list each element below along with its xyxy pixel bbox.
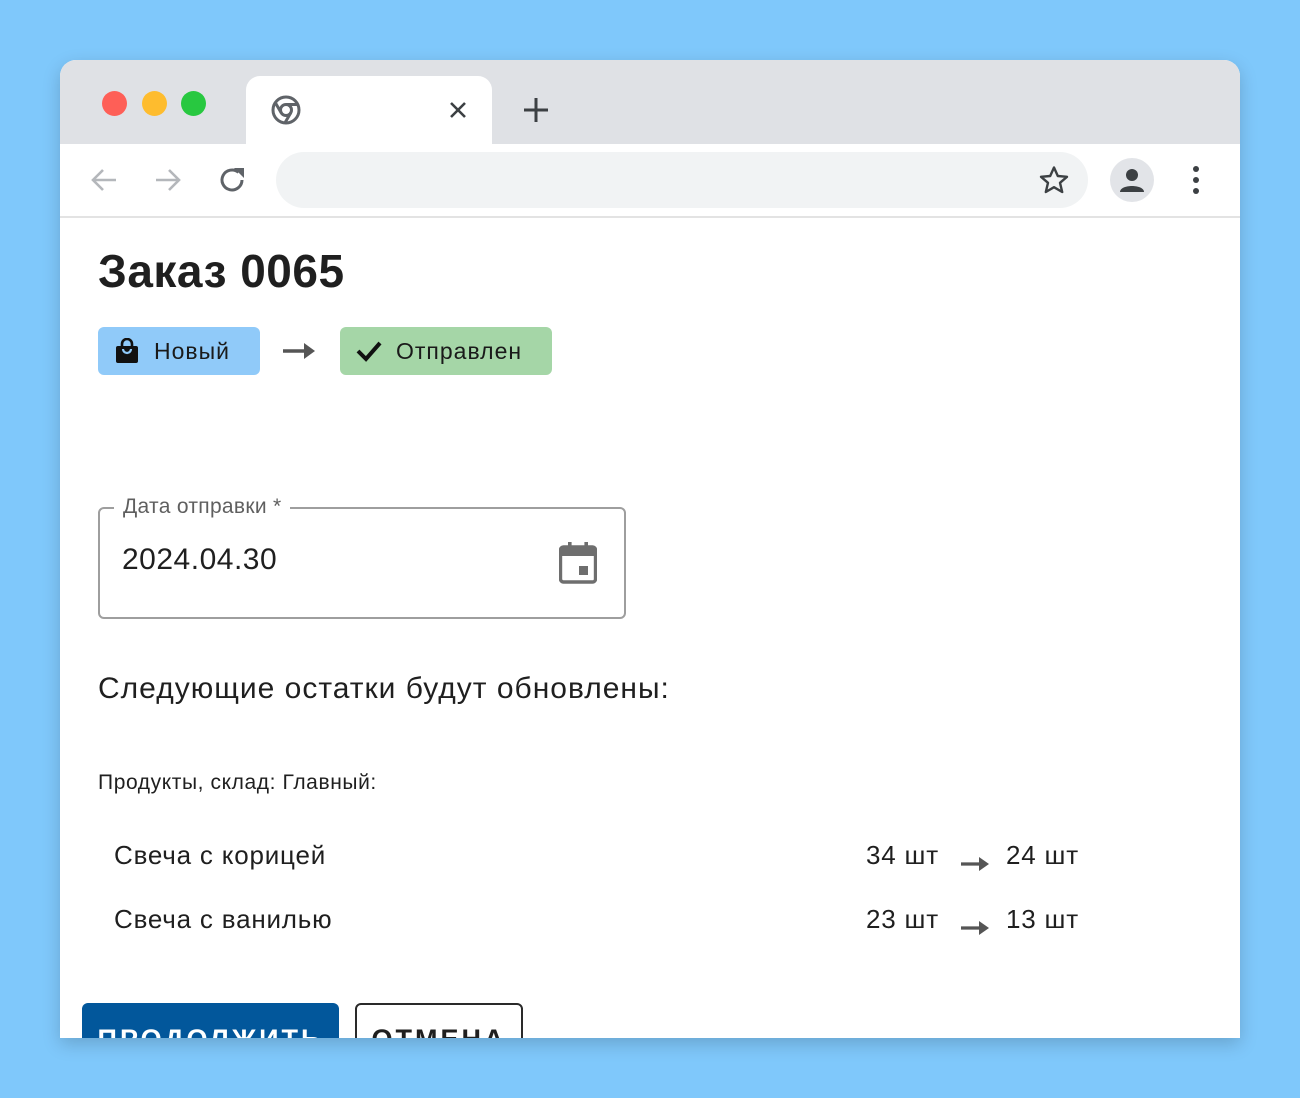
- continue-button[interactable]: ПРОДОЛЖИТЬ: [82, 1003, 339, 1038]
- page-title: Заказ 0065: [98, 245, 345, 297]
- bookmark-star-icon[interactable]: [1038, 164, 1070, 196]
- profile-avatar-icon[interactable]: [1110, 158, 1154, 202]
- calendar-icon[interactable]: [556, 541, 600, 585]
- ship-date-label: Дата отправки *: [114, 494, 291, 520]
- arrow-right-icon: [282, 340, 316, 362]
- close-window-button[interactable]: [102, 91, 127, 116]
- tab-bar: [60, 60, 1240, 144]
- forward-icon[interactable]: [150, 162, 186, 198]
- browser-tab[interactable]: [246, 76, 492, 144]
- arrow-right-icon: [960, 914, 990, 935]
- cancel-button[interactable]: ОТМЕНА: [355, 1003, 523, 1038]
- stock-to: 24 шт: [1006, 840, 1079, 870]
- status-badge-sent: Отправлен: [340, 327, 552, 375]
- stock-row: Свеча с ванилью 23 шт 13 шт: [114, 904, 1084, 944]
- status-sent-label: Отправлен: [396, 337, 523, 364]
- shopping-bag-icon: [114, 338, 140, 364]
- status-badge-new: Новый: [98, 327, 260, 375]
- browser-window: Заказ 0065 Новый Отправлен Дата отправки…: [60, 60, 1240, 1038]
- warehouse-label: Продукты, склад: Главный:: [98, 771, 377, 794]
- ship-date-field[interactable]: Дата отправки * 2024.04.30: [98, 494, 626, 619]
- close-tab-icon[interactable]: [444, 96, 472, 124]
- stock-to: 13 шт: [1006, 904, 1079, 934]
- back-icon[interactable]: [86, 162, 122, 198]
- browser-menu-icon[interactable]: [1180, 162, 1212, 198]
- ship-date-value[interactable]: 2024.04.30: [122, 543, 277, 577]
- product-name: Свеча с ванилью: [114, 904, 333, 934]
- stock-from: 23 шт: [866, 904, 939, 934]
- chrome-icon: [270, 94, 302, 126]
- status-new-label: Новый: [154, 337, 230, 364]
- reload-icon[interactable]: [214, 162, 250, 198]
- stock-row: Свеча с корицей 34 шт 24 шт: [114, 840, 1084, 880]
- product-name: Свеча с корицей: [114, 840, 327, 870]
- minimize-window-button[interactable]: [142, 91, 167, 116]
- arrow-right-icon: [960, 850, 990, 871]
- stock-update-heading: Следующие остатки будут обновлены:: [98, 672, 670, 705]
- page-content: Заказ 0065 Новый Отправлен Дата отправки…: [60, 218, 1240, 1038]
- address-bar[interactable]: [276, 152, 1088, 208]
- check-icon: [356, 338, 382, 364]
- new-tab-icon[interactable]: [520, 94, 552, 126]
- stock-from: 34 шт: [866, 840, 939, 870]
- browser-toolbar: [60, 144, 1240, 218]
- maximize-window-button[interactable]: [181, 91, 206, 116]
